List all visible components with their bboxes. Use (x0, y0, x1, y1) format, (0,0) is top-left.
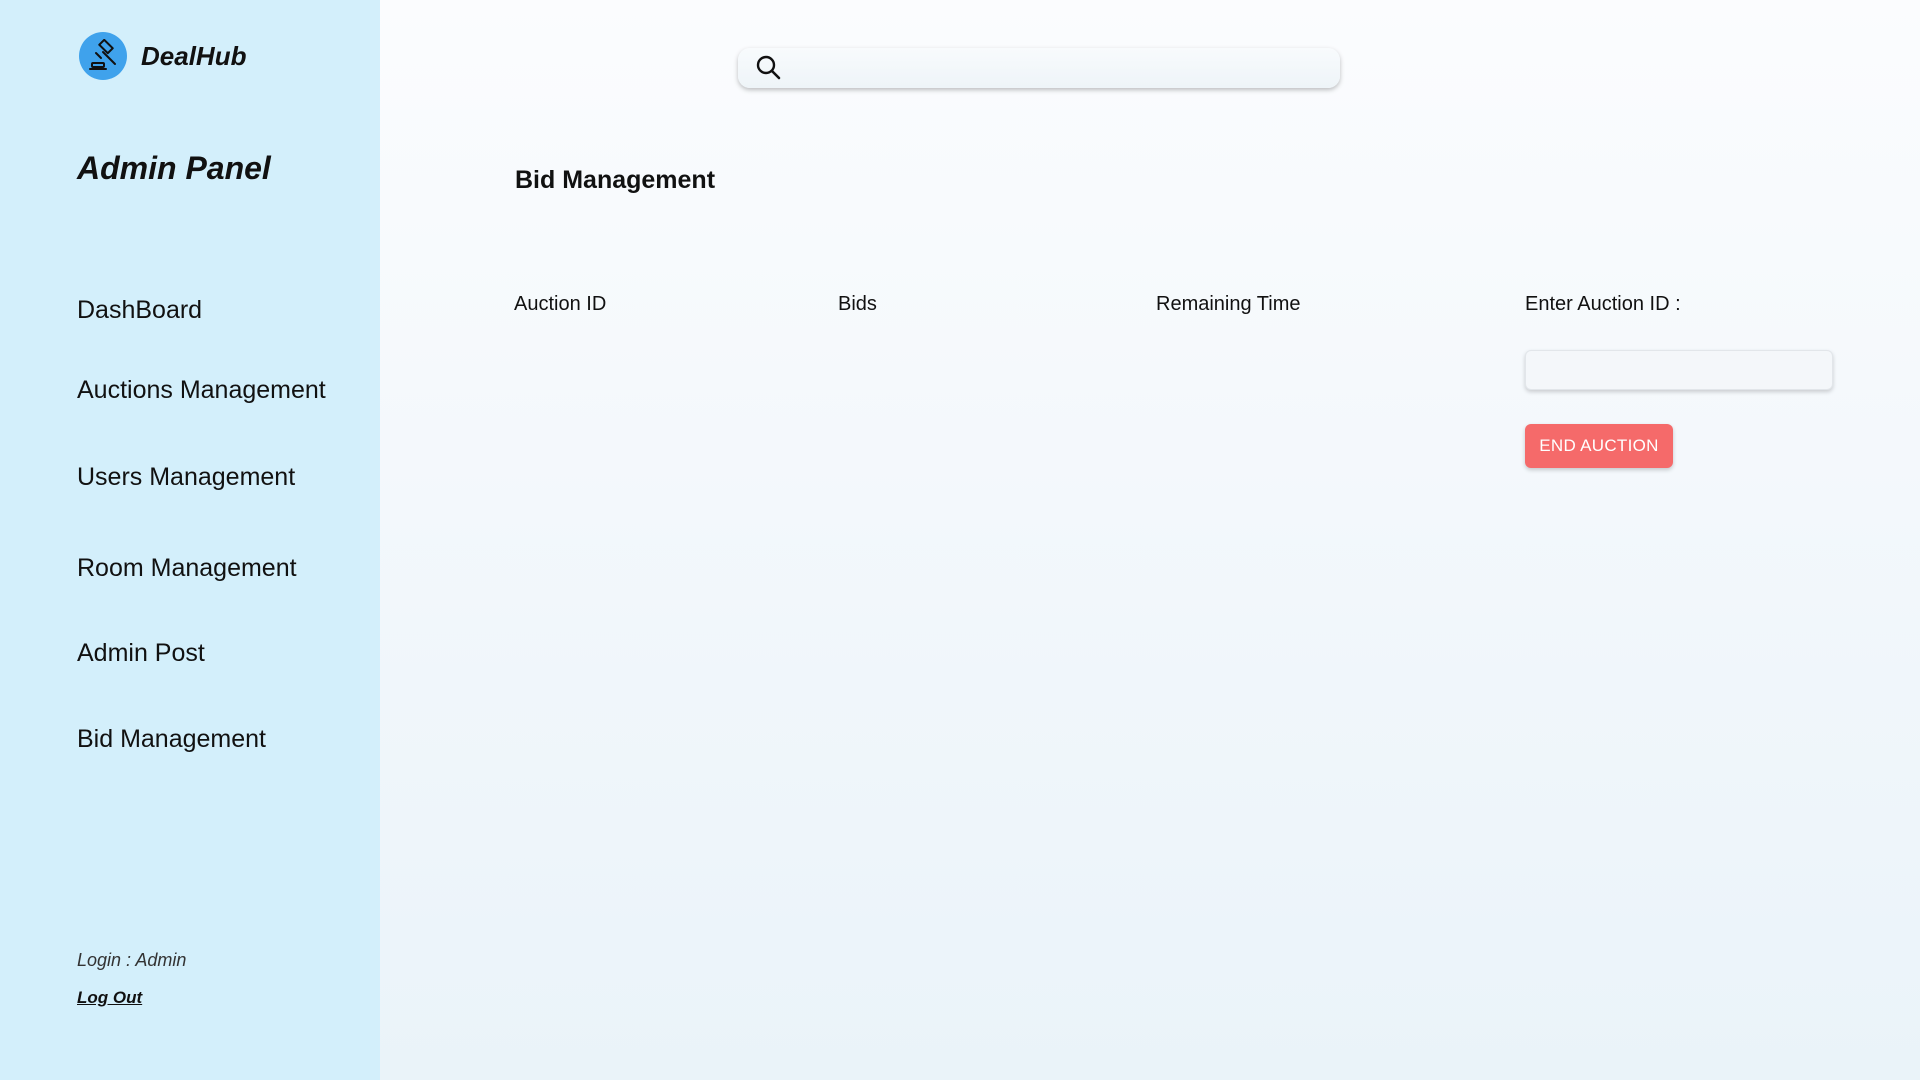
login-info: Login : Admin (77, 950, 187, 970)
column-header-remaining-time: Remaining Time (1156, 293, 1301, 315)
sidebar-item-users-management[interactable]: Users Management (77, 463, 295, 492)
sidebar-item-bid-management[interactable]: Bid Management (77, 725, 266, 754)
main-content: Bid Management Auction ID Bids Remaining… (380, 0, 1920, 1080)
end-auction-button[interactable]: END AUCTION (1525, 424, 1673, 468)
search-input[interactable] (784, 48, 1340, 88)
gavel-icon (79, 32, 127, 80)
sidebar-item-admin-post[interactable]: Admin Post (77, 639, 205, 668)
auction-id-label: Enter Auction ID : (1525, 293, 1681, 315)
sidebar-item-auctions-management[interactable]: Auctions Management (77, 376, 326, 405)
logout-link[interactable]: Log Out (77, 988, 142, 1008)
auction-id-input[interactable] (1525, 350, 1833, 390)
column-header-auction-id: Auction ID (514, 293, 607, 315)
panel-title: Admin Panel (77, 150, 271, 186)
sidebar: DealHub Admin Panel DashBoard Auctions M… (0, 0, 380, 1080)
page-title: Bid Management (515, 166, 716, 194)
column-header-bids: Bids (838, 293, 877, 315)
brand-name: DealHub (141, 40, 247, 71)
search-icon[interactable] (754, 53, 784, 83)
sidebar-item-room-management[interactable]: Room Management (77, 554, 297, 583)
search-bar[interactable] (738, 48, 1340, 88)
sidebar-item-dashboard[interactable]: DashBoard (77, 296, 202, 325)
brand[interactable]: DealHub (79, 32, 246, 80)
